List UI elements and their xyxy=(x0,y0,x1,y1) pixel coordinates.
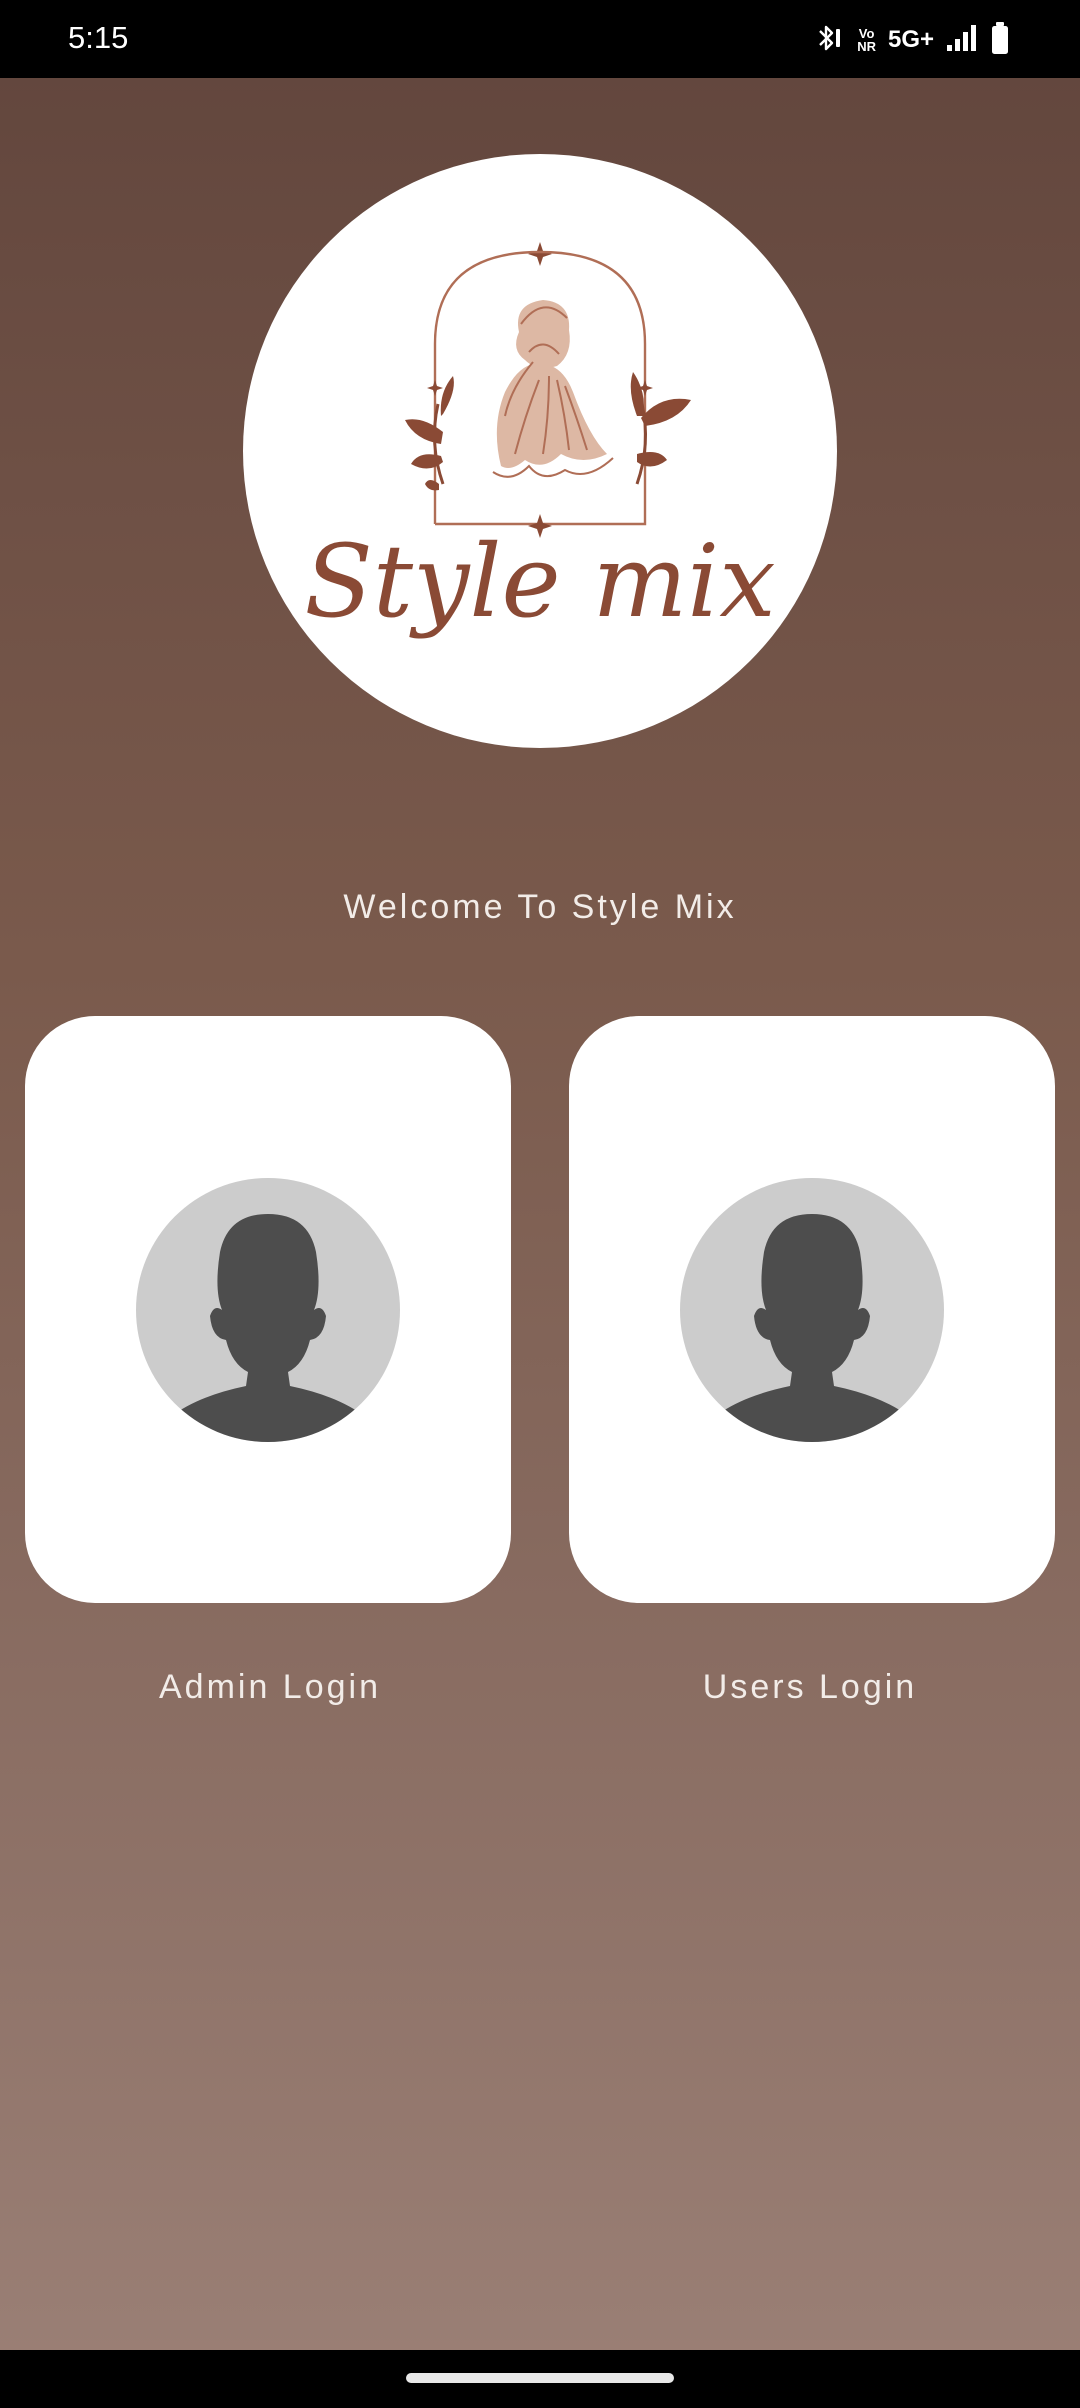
admin-login-label[interactable]: Admin Login xyxy=(0,1665,540,1709)
welcome-title: Welcome To Style Mix xyxy=(343,888,737,926)
signal-icon xyxy=(946,23,978,58)
brand-logo-text: Style mix xyxy=(304,523,775,640)
volte-icon: Vo NR xyxy=(857,27,876,53)
bluetooth-icon xyxy=(811,21,845,60)
volte-bottom-text: NR xyxy=(857,39,876,54)
status-bar: 5:15 Vo NR 5G+ xyxy=(0,0,1080,78)
admin-login-card[interactable] xyxy=(25,1016,511,1603)
status-time: 5:15 xyxy=(68,20,129,55)
users-login-card[interactable] xyxy=(569,1016,1055,1603)
avatar-placeholder-icon xyxy=(136,1178,400,1442)
style-mix-logo-icon: Style mix xyxy=(304,242,776,640)
welcome-screen: 5:15 Vo NR 5G+ Style mix Welcome To Styl… xyxy=(0,0,1080,2408)
users-login-label[interactable]: Users Login xyxy=(540,1665,1080,1709)
navigation-bar xyxy=(0,2350,1080,2408)
network-type: 5G+ xyxy=(887,26,934,53)
status-icons: Vo NR 5G+ xyxy=(811,20,1010,60)
home-indicator[interactable] xyxy=(406,2373,674,2383)
brand-logo: Style mix xyxy=(243,154,837,748)
battery-icon xyxy=(990,21,1010,60)
avatar-placeholder-icon xyxy=(680,1178,944,1442)
